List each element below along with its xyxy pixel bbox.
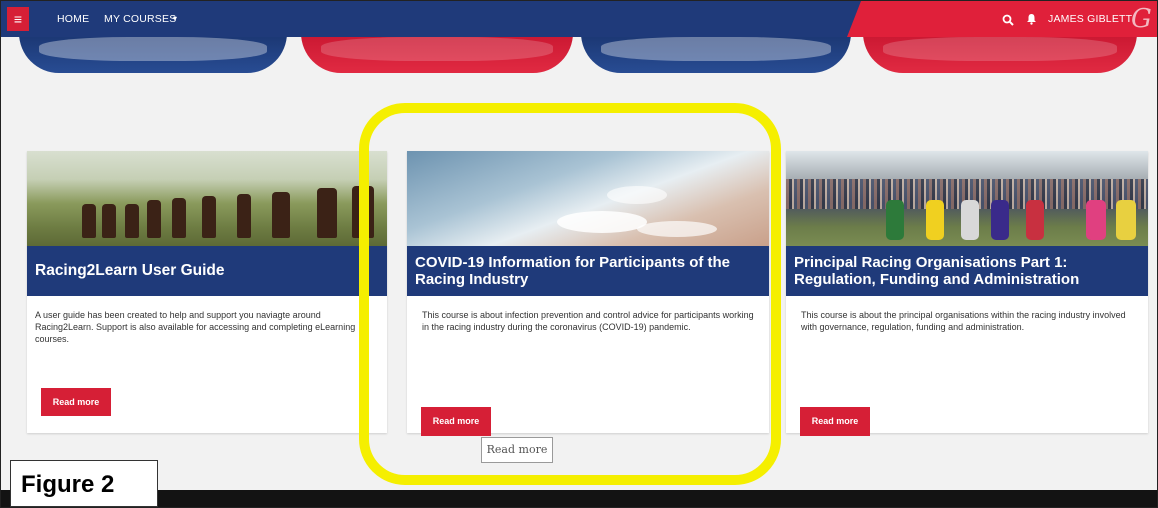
course-card-principal-organisations[interactable]: Principal Racing Organisations Part 1: R… <box>786 151 1148 436</box>
read-more-button[interactable]: Read more <box>421 407 491 436</box>
card-description: This course is about the principal organ… <box>801 310 1126 332</box>
course-banner-2[interactable] <box>301 31 573 73</box>
card-title[interactable]: Racing2Learn User Guide <box>27 246 387 296</box>
hand-washing-image <box>407 151 769 246</box>
course-banner-3[interactable] <box>581 31 851 73</box>
browser-page: ≡ HOME MY COURSES ▾ JAMES GIBLETT G Raci… <box>0 0 1158 508</box>
course-card-user-guide[interactable]: Racing2Learn User Guide A user guide has… <box>27 151 387 433</box>
horses-riding-image <box>27 151 387 246</box>
course-banner-1[interactable] <box>19 31 287 73</box>
hamburger-icon[interactable]: ≡ <box>7 7 29 31</box>
course-card-covid19[interactable]: COVID-19 Information for Participants of… <box>407 151 769 436</box>
horse-racing-crowd-image <box>786 151 1148 246</box>
bell-icon[interactable] <box>1026 1 1037 37</box>
card-title[interactable]: COVID-19 Information for Participants of… <box>407 246 769 296</box>
course-banner-4[interactable] <box>863 31 1137 73</box>
user-menu[interactable]: JAMES GIBLETT <box>1048 1 1132 37</box>
card-description: This course is about infection preventio… <box>422 310 754 332</box>
search-icon[interactable] <box>1002 1 1014 37</box>
nav-my-courses-link[interactable]: MY COURSES <box>104 1 176 37</box>
read-more-button[interactable]: Read more <box>41 388 111 416</box>
read-more-tooltip: Read more <box>481 437 553 463</box>
top-navbar: ≡ HOME MY COURSES ▾ JAMES GIBLETT G <box>1 1 1157 37</box>
nav-home-link[interactable]: HOME <box>57 1 89 37</box>
chevron-down-icon[interactable]: ▾ <box>173 1 177 37</box>
figure-caption: Figure 2 <box>10 460 158 507</box>
read-more-button[interactable]: Read more <box>800 407 870 436</box>
card-title[interactable]: Principal Racing Organisations Part 1: R… <box>786 246 1148 296</box>
footer-bar <box>1 490 1157 507</box>
brand-logo-icon: G <box>1131 4 1152 34</box>
card-description: A user guide has been created to help an… <box>35 310 356 344</box>
